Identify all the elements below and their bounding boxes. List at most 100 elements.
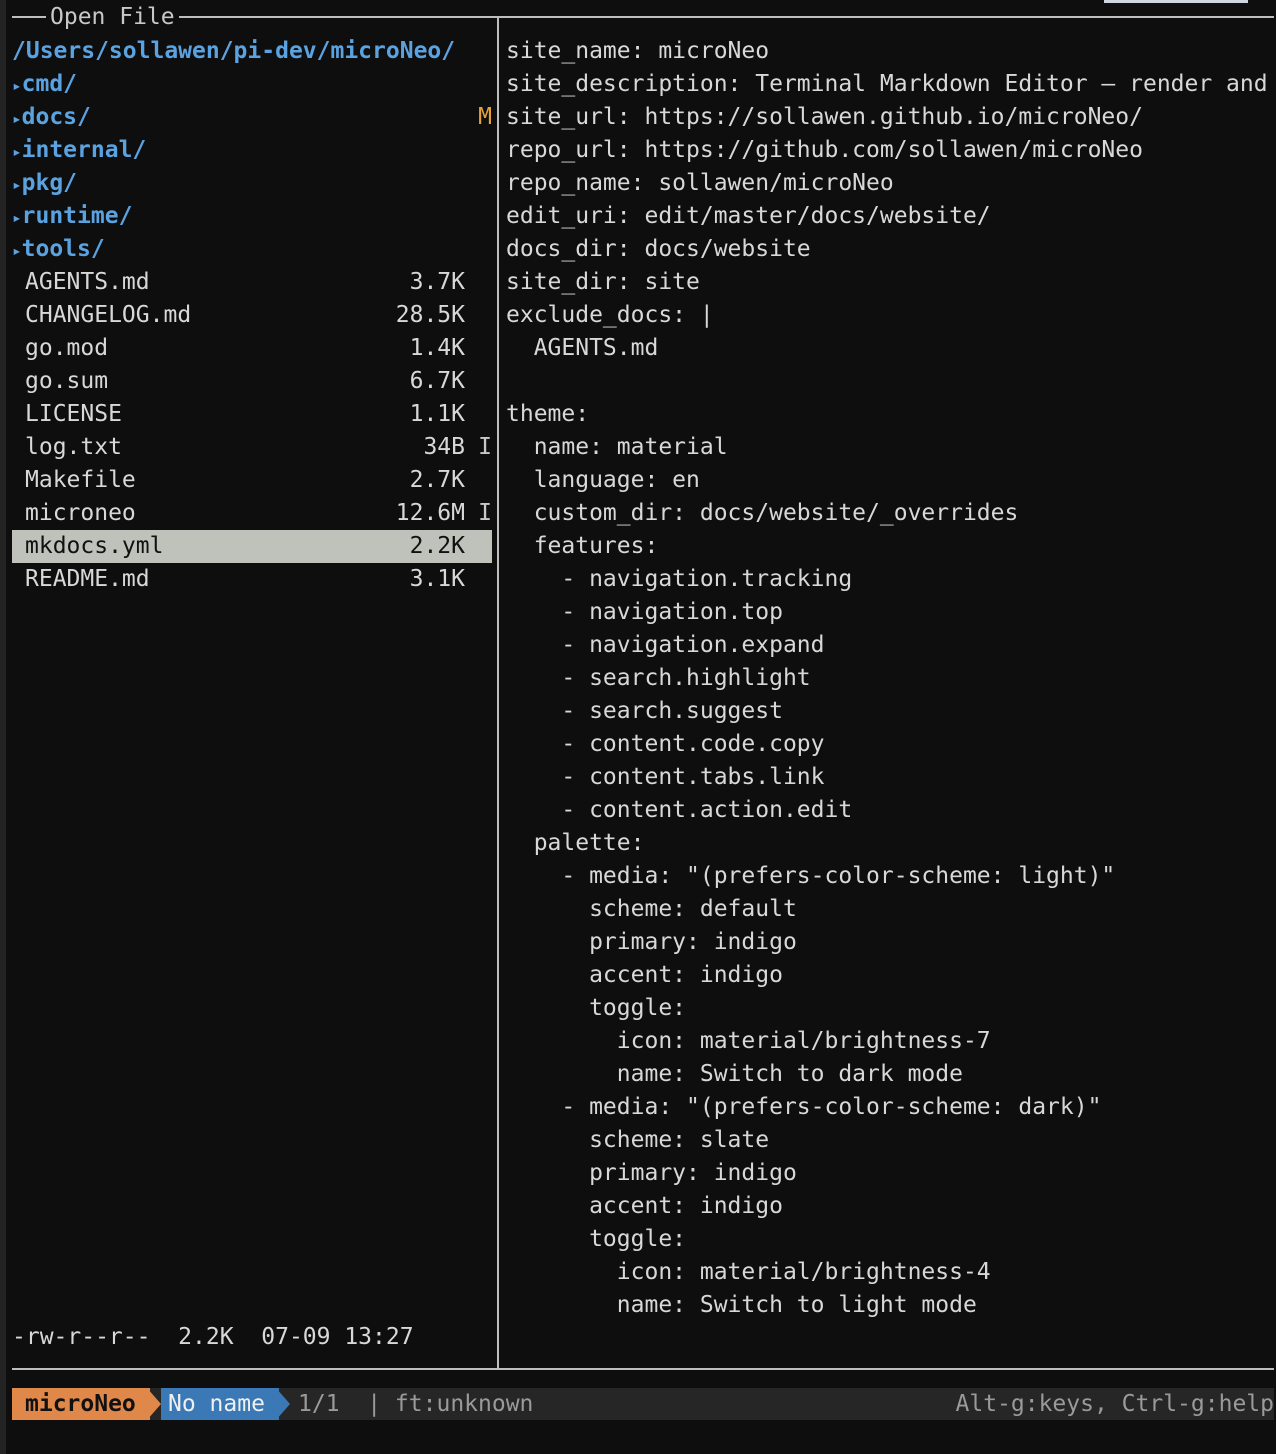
- file-item[interactable]: microneo 12.6M I: [12, 497, 492, 530]
- preview-line: - media: "(prefers-color-scheme: light)": [506, 863, 1116, 889]
- file-name: microneo: [25, 500, 136, 526]
- directory-item[interactable]: ▸runtime/: [12, 200, 492, 233]
- file-size: 2.7K: [409, 467, 465, 493]
- preview-line: scheme: slate: [506, 1127, 770, 1153]
- folder-expand-icon: ▸: [12, 241, 22, 260]
- file-flag-badge: I: [478, 434, 492, 460]
- preview-line: - navigation.expand: [506, 632, 825, 658]
- file-item[interactable]: go.sum 6.7K: [12, 365, 492, 398]
- selected-file-info: -rw-r--r-- 2.2K 07-09 13:27: [12, 1324, 414, 1350]
- directory-name: pkg/: [21, 170, 78, 196]
- folder-expand-icon: ▸: [12, 109, 22, 128]
- file-flag-badge: I: [478, 500, 492, 526]
- preview-line: name: Switch to dark mode: [506, 1061, 963, 1087]
- folder-expand-icon: ▸: [12, 76, 22, 95]
- preview-line: - search.highlight: [506, 665, 811, 691]
- file-name: mkdocs.yml: [25, 533, 164, 559]
- preview-line: site_dir: site: [506, 269, 700, 295]
- git-status-badge: M: [478, 104, 492, 130]
- directory-name: tools/: [21, 236, 105, 262]
- directory-name: runtime/: [21, 203, 133, 229]
- file-size: 2.2K: [409, 533, 465, 559]
- status-buffer-name: No name: [161, 1388, 279, 1420]
- preview-line: - content.action.edit: [506, 797, 853, 823]
- preview-line: site_name: microNeo: [506, 38, 770, 64]
- file-name: go.mod: [25, 335, 109, 361]
- directory-item[interactable]: ▸cmd/: [12, 68, 492, 101]
- directory-item[interactable]: ▸docs/M: [12, 101, 492, 134]
- file-item[interactable]: LICENSE 1.1K: [12, 398, 492, 431]
- file-item[interactable]: CHANGELOG.md 28.5K: [12, 299, 492, 332]
- preview-line: primary: indigo: [506, 929, 797, 955]
- status-help: Alt-g:keys, Ctrl-g:help: [955, 1391, 1275, 1417]
- directory-name: docs/: [21, 104, 91, 130]
- preview-line: - media: "(prefers-color-scheme: dark)": [506, 1094, 1102, 1120]
- file-item[interactable]: Makefile 2.7K: [12, 464, 492, 497]
- preview-line: site_url: https://sollawen.github.io/mic…: [506, 104, 1143, 130]
- window-tab-indicator: [1104, 0, 1248, 3]
- file-name: LICENSE: [25, 401, 122, 427]
- status-buffer-arrow-icon: [276, 1388, 290, 1420]
- file-item[interactable]: AGENTS.md 3.7K: [12, 266, 492, 299]
- preview-line: AGENTS.md: [506, 335, 659, 361]
- directory-name: cmd/: [21, 71, 78, 97]
- preview-line: icon: material/brightness-7: [506, 1028, 991, 1054]
- file-item[interactable]: go.mod 1.4K: [12, 332, 492, 365]
- folder-expand-icon: ▸: [12, 142, 22, 161]
- directory-item[interactable]: ▸internal/: [12, 134, 492, 167]
- status-brand-arrow-icon: [147, 1388, 161, 1420]
- preview-line: theme:: [506, 401, 590, 427]
- file-size: 6.7K: [409, 368, 465, 394]
- preview-line: accent: indigo: [506, 962, 783, 988]
- preview-line: primary: indigo: [506, 1160, 797, 1186]
- preview-line: - navigation.tracking: [506, 566, 853, 592]
- preview-line: repo_url: https://github.com/sollawen/mi…: [506, 137, 1143, 163]
- file-name: go.sum: [25, 368, 109, 394]
- preview-line: site_description: Terminal Markdown Edit…: [506, 71, 1272, 97]
- preview-line: - content.tabs.link: [506, 764, 825, 790]
- file-size: 34B: [423, 434, 465, 460]
- preview-line: - content.code.copy: [506, 731, 825, 757]
- preview-line: exclude_docs: |: [506, 302, 714, 328]
- preview-line: custom_dir: docs/website/_overrides: [506, 500, 1019, 526]
- preview-line: edit_uri: edit/master/docs/website/: [506, 203, 991, 229]
- file-size: 28.5K: [395, 302, 465, 328]
- preview-line: name: material: [506, 434, 728, 460]
- file-size: 3.7K: [409, 269, 465, 295]
- file-name: README.md: [25, 566, 150, 592]
- file-item[interactable]: README.md 3.1K: [12, 563, 492, 596]
- file-name: log.txt: [25, 434, 122, 460]
- preview-line: - navigation.top: [506, 599, 783, 625]
- terminal-screen: Open File /Users/sollawen/pi-dev/microNe…: [0, 0, 1276, 1454]
- file-size: 3.1K: [409, 566, 465, 592]
- preview-line: accent: indigo: [506, 1193, 783, 1219]
- status-brand: microNeo: [12, 1388, 150, 1420]
- pane-divider[interactable]: [497, 16, 499, 1370]
- directory-item[interactable]: ▸tools/: [12, 233, 492, 266]
- dialog-frame-top: [12, 16, 1274, 18]
- directory-item[interactable]: ▸pkg/: [12, 167, 492, 200]
- dialog-frame-bottom: [12, 1368, 1274, 1370]
- folder-expand-icon: ▸: [12, 208, 22, 227]
- preview-line: language: en: [506, 467, 700, 493]
- file-item[interactable]: log.txt 34B I: [12, 431, 492, 464]
- preview-line: docs_dir: docs/website: [506, 236, 811, 262]
- preview-line: [506, 365, 1272, 398]
- status-bar: microNeo No name 1/1 | ft:unknown Alt-g:…: [12, 1388, 1274, 1420]
- file-name: AGENTS.md: [25, 269, 150, 295]
- file-name: CHANGELOG.md: [25, 302, 192, 328]
- preview-line: repo_name: sollawen/microNeo: [506, 170, 894, 196]
- preview-line: palette:: [506, 830, 645, 856]
- preview-line: name: Switch to light mode: [506, 1292, 977, 1318]
- current-path[interactable]: /Users/sollawen/pi-dev/microNeo/: [12, 35, 455, 68]
- preview-line: icon: material/brightness-4: [506, 1259, 991, 1285]
- preview-line: scheme: default: [506, 896, 797, 922]
- file-name: Makefile: [25, 467, 136, 493]
- dialog-title: Open File: [46, 2, 179, 32]
- preview-line: toggle:: [506, 1226, 687, 1252]
- preview-line: features:: [506, 533, 659, 559]
- file-size: 12.6M: [395, 500, 465, 526]
- file-size: 1.4K: [409, 335, 465, 361]
- file-item-selected[interactable]: mkdocs.yml 2.2K: [12, 530, 492, 563]
- file-size: 1.1K: [409, 401, 465, 427]
